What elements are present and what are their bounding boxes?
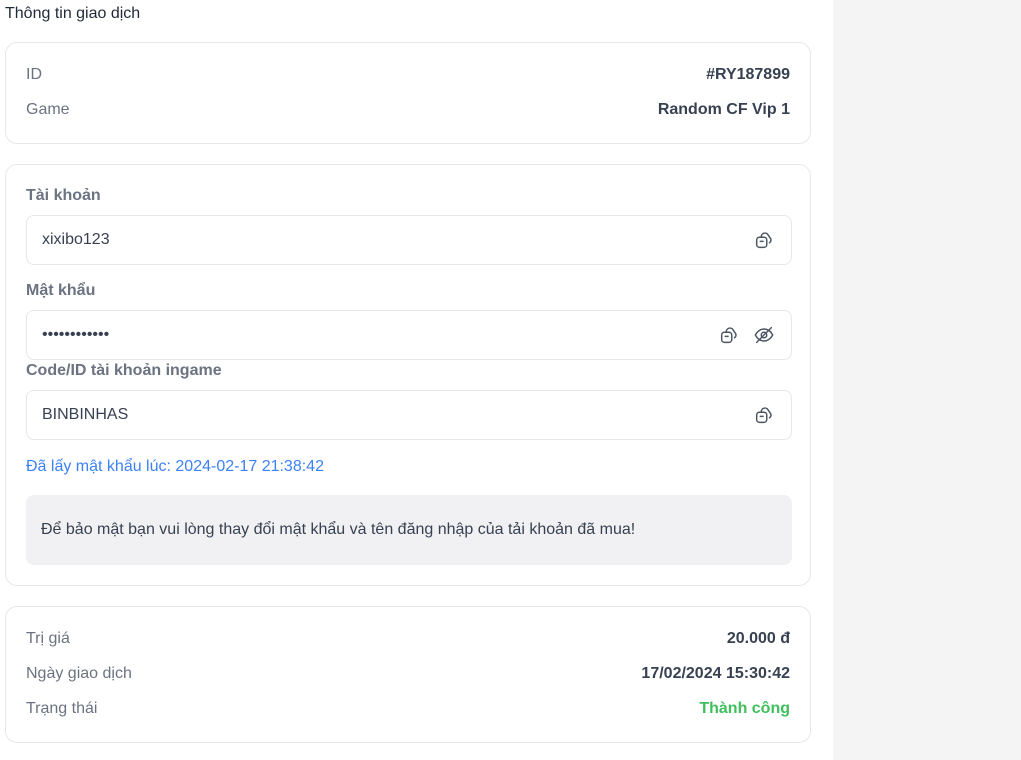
date-row: Ngày giao dịch 17/02/2024 15:30:42 — [26, 663, 790, 685]
status-row: Trạng thái Thành công — [26, 698, 790, 720]
transaction-panel: Thông tin giao dịch ID #RY187899 Game Ra… — [0, 0, 833, 760]
value-amount: 20.000 đ — [726, 630, 790, 647]
payment-info-card: Trị giá 20.000 đ Ngày giao dịch 17/02/20… — [5, 606, 811, 743]
section-title: Thông tin giao dịch — [5, 5, 141, 22]
status-label: Trạng thái — [26, 700, 98, 717]
id-row: ID #RY187899 — [26, 64, 790, 86]
value-row: Trị giá 20.000 đ — [26, 628, 790, 650]
id-value: #RY187899 — [706, 66, 790, 83]
date-label: Ngày giao dịch — [26, 665, 132, 682]
eye-off-icon[interactable] — [753, 324, 775, 346]
ingame-id-label: Code/ID tài khoản ingame — [26, 362, 222, 379]
username-field — [26, 215, 792, 265]
ingame-id-field — [26, 390, 792, 440]
date-value: 17/02/2024 15:30:42 — [641, 665, 790, 682]
password-fetched-note: Đã lấy mật khẩu lúc: 2024-02-17 21:38:42 — [26, 458, 324, 475]
account-credentials-card: Tài khoản Mật khẩu •••••••••••• — [5, 164, 811, 586]
username-input[interactable] — [42, 216, 642, 264]
password-field: •••••••••••• — [26, 310, 792, 360]
transaction-info-card: ID #RY187899 Game Random CF Vip 1 — [5, 42, 811, 144]
copy-icon[interactable] — [718, 324, 740, 346]
password-value[interactable]: •••••••••••• — [42, 311, 642, 359]
copy-icon[interactable] — [753, 229, 775, 251]
security-notice-text: Để bảo mật bạn vui lòng thay đổi mật khẩ… — [41, 521, 636, 538]
username-label: Tài khoản — [26, 187, 101, 204]
security-notice: Để bảo mật bạn vui lòng thay đổi mật khẩ… — [26, 495, 792, 565]
id-label: ID — [26, 66, 42, 83]
game-row: Game Random CF Vip 1 — [26, 99, 790, 121]
password-label: Mật khẩu — [26, 282, 96, 299]
right-side-panel — [833, 0, 1021, 760]
game-label: Game — [26, 101, 70, 118]
copy-icon[interactable] — [753, 404, 775, 426]
game-value: Random CF Vip 1 — [657, 101, 790, 118]
status-badge: Thành công — [699, 700, 790, 717]
ingame-id-input[interactable] — [42, 391, 642, 439]
value-label: Trị giá — [26, 630, 70, 647]
